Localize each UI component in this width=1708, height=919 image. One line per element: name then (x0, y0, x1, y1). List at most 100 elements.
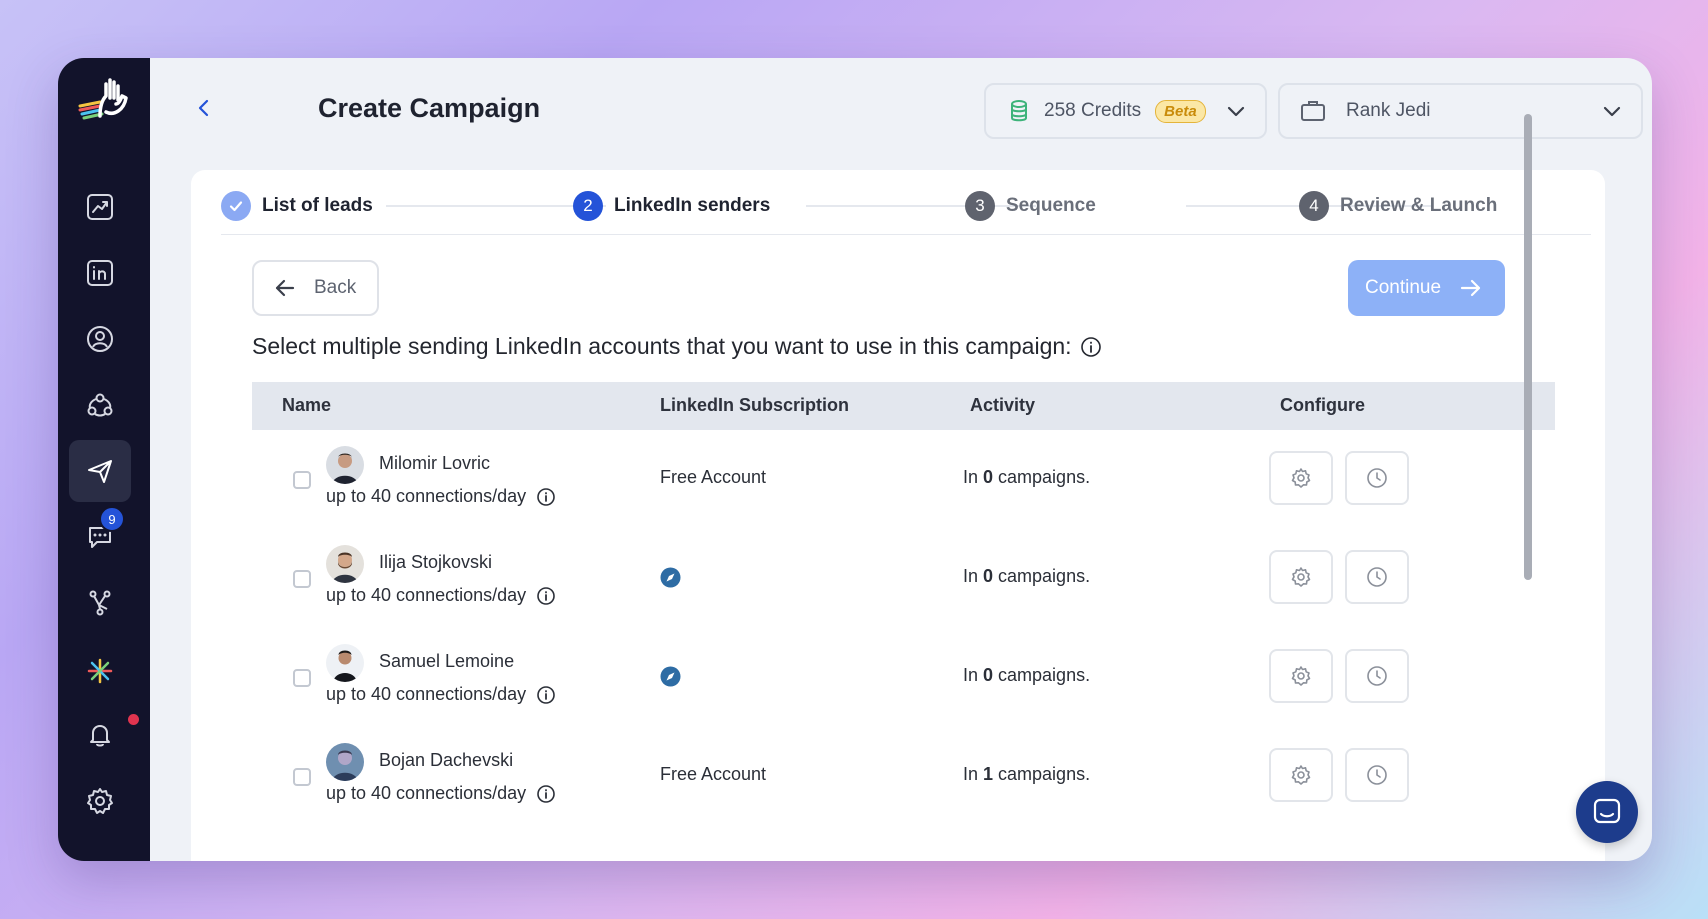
info-icon[interactable] (536, 784, 556, 804)
configure-schedule-button[interactable] (1345, 649, 1409, 703)
limit-text: up to 40 connections/day (326, 486, 527, 506)
beta-badge: Beta (1155, 99, 1206, 123)
instruction-label: Select multiple sending LinkedIn account… (252, 333, 1072, 359)
support-chat-button[interactable] (1576, 781, 1638, 843)
check-icon (221, 191, 251, 221)
connection-limit: up to 40 connections/day (326, 585, 556, 606)
configure-settings-button[interactable] (1269, 550, 1333, 604)
page-title: Create Campaign (318, 93, 541, 123)
sidebar-item-ai[interactable] (69, 640, 131, 702)
table-header: Name LinkedIn Subscription Activity Conf… (252, 382, 1555, 430)
step-linkedin-senders[interactable]: 2 LinkedIn senders (573, 186, 770, 226)
connection-limit: up to 40 connections/day (326, 486, 556, 507)
sidebar-item-integrations[interactable] (69, 572, 131, 634)
column-header-subscription: LinkedIn Subscription (660, 395, 850, 415)
column-header-activity: Activity (970, 395, 1036, 415)
limit-text: up to 40 connections/day (326, 684, 527, 704)
user-name: Bojan Dachevski (379, 750, 514, 770)
sidebar-item-notifications[interactable] (69, 704, 131, 766)
stepper: List of leads 2 LinkedIn senders 3 Seque… (221, 186, 1591, 226)
divider (221, 234, 1591, 235)
compass-icon (660, 666, 681, 687)
configure-schedule-button[interactable] (1345, 451, 1409, 505)
main-area: Create Campaign 258 Credits Beta Rank Je… (150, 58, 1652, 861)
step-sequence[interactable]: 3 Sequence (965, 186, 1096, 226)
step-number: 2 (573, 191, 603, 221)
gear-icon (1291, 666, 1311, 686)
back-button[interactable]: Back (252, 260, 379, 316)
chevron-down-icon (1227, 106, 1245, 117)
network-icon (87, 393, 113, 417)
gear-icon (1291, 567, 1311, 587)
activity-text: In 0 campaigns. (963, 665, 1091, 685)
gear-icon (87, 788, 113, 814)
avatar (326, 545, 364, 583)
app-window: 9 Create Campaign 258 Credits Beta Rank … (58, 58, 1652, 861)
account-dropdown[interactable]: Rank Jedi (1278, 83, 1643, 139)
column-header-name: Name (282, 395, 332, 415)
instruction-text: Select multiple sending LinkedIn account… (252, 333, 1102, 360)
gear-icon (1291, 468, 1311, 488)
subscription-label: Free Account (660, 764, 767, 784)
configure-settings-button[interactable] (1269, 649, 1333, 703)
sidebar-item-analytics[interactable] (69, 176, 131, 238)
step-label: Sequence (1006, 195, 1096, 216)
sidebar-item-network[interactable] (69, 374, 131, 436)
inbox-badge: 9 (99, 506, 125, 532)
row-checkbox[interactable] (293, 669, 311, 687)
sidebar-item-inbox[interactable]: 9 (69, 506, 131, 568)
step-number: 3 (965, 191, 995, 221)
info-icon[interactable] (1080, 336, 1102, 358)
info-icon[interactable] (536, 586, 556, 606)
clock-icon (1367, 765, 1387, 785)
linkedin-icon (87, 260, 113, 286)
step-label: Review & Launch (1340, 195, 1498, 216)
info-icon[interactable] (536, 487, 556, 507)
database-icon (1011, 100, 1027, 122)
sparkle-icon (87, 658, 113, 684)
configure-schedule-button[interactable] (1345, 748, 1409, 802)
activity-text: In 0 campaigns. (963, 566, 1091, 586)
row-checkbox[interactable] (293, 570, 311, 588)
configure-schedule-button[interactable] (1345, 550, 1409, 604)
configure-settings-button[interactable] (1269, 451, 1333, 505)
send-icon (88, 460, 112, 483)
bell-icon (90, 725, 110, 747)
back-chevron-icon[interactable] (192, 96, 216, 120)
webhook-icon (89, 590, 111, 616)
senders-table: Name LinkedIn Subscription Activity Conf… (252, 382, 1555, 826)
user-name: Ilija Stojkovski (379, 552, 493, 572)
sidebar-item-campaigns[interactable] (69, 440, 131, 502)
sidebar-item-linkedin[interactable] (69, 242, 131, 304)
step-list-of-leads[interactable]: List of leads (221, 186, 373, 226)
step-label: LinkedIn senders (614, 195, 771, 216)
configure-settings-button[interactable] (1269, 748, 1333, 802)
sidebar-item-profile[interactable] (69, 308, 131, 370)
avatar (326, 743, 364, 781)
row-checkbox[interactable] (293, 768, 311, 786)
table-row: Samuel Lemoine up to 40 connections/day … (252, 628, 1555, 727)
avatar (326, 644, 364, 682)
user-circle-icon (87, 326, 113, 352)
step-number: 4 (1299, 191, 1329, 221)
table-row: Ilija Stojkovski up to 40 connections/da… (252, 529, 1555, 628)
step-review-launch[interactable]: 4 Review & Launch (1299, 186, 1497, 226)
subscription-label: Free Account (660, 467, 767, 487)
notification-dot (128, 714, 139, 725)
chevron-down-icon (1603, 106, 1621, 117)
credits-dropdown[interactable]: 258 Credits Beta (984, 83, 1267, 139)
connection-limit: up to 40 connections/day (326, 684, 556, 705)
activity-text: In 0 campaigns. (963, 467, 1091, 487)
user-name: Samuel Lemoine (379, 651, 515, 671)
continue-button[interactable]: Continue (1348, 260, 1505, 316)
info-icon[interactable] (536, 685, 556, 705)
sidebar: 9 (58, 58, 150, 861)
avatar (326, 446, 364, 484)
table-row: Bojan Dachevski up to 40 connections/day… (252, 727, 1555, 826)
scrollbar[interactable] (1524, 114, 1532, 580)
sidebar-item-settings[interactable] (69, 770, 131, 832)
row-checkbox[interactable] (293, 471, 311, 489)
arrow-right-icon (1460, 279, 1481, 297)
clock-icon (1367, 567, 1387, 587)
app-logo[interactable] (78, 76, 134, 124)
